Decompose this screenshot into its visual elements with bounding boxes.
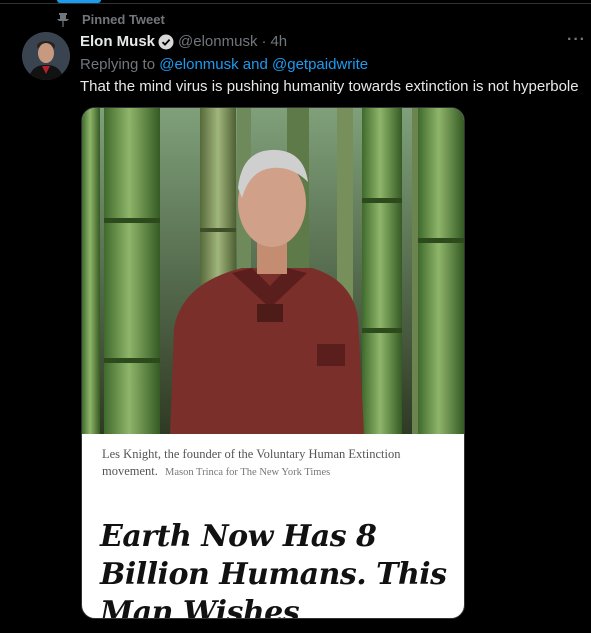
divider xyxy=(0,3,591,4)
replying-to-users-link[interactable]: @elonmusk and @getpaidwrite xyxy=(159,56,368,73)
article-card[interactable]: Les Knight, the founder of the Voluntary… xyxy=(81,107,465,619)
article-photo xyxy=(82,108,464,434)
replying-to-line: Replying to @elonmusk and @getpaidwrite xyxy=(80,56,368,73)
verified-badge-icon xyxy=(158,34,174,49)
pin-icon xyxy=(57,12,69,27)
replying-to-prefix: Replying to xyxy=(80,56,160,73)
avatar[interactable] xyxy=(22,32,70,80)
pinned-indicator: Pinned Tweet xyxy=(54,12,165,27)
avatar-image xyxy=(22,32,70,80)
tweet-header: Elon Musk @elonmusk · 4h xyxy=(80,33,287,50)
pinned-label: Pinned Tweet xyxy=(82,12,165,27)
tweet-timestamp[interactable]: 4h xyxy=(270,33,287,50)
more-options-icon[interactable]: ··· xyxy=(567,31,586,49)
author-name[interactable]: Elon Musk xyxy=(80,33,155,50)
photo-caption: Les Knight, the founder of the Voluntary… xyxy=(102,446,432,481)
tweet-text: That the mind virus is pushing humanity … xyxy=(80,78,579,95)
author-handle[interactable]: @elonmusk xyxy=(178,33,257,50)
photo-credit: Mason Trinca for The New York Times xyxy=(165,467,331,478)
separator-dot: · xyxy=(261,33,267,50)
article-headline[interactable]: Earth Now Has 8 Billion Humans. This Man… xyxy=(100,518,450,618)
